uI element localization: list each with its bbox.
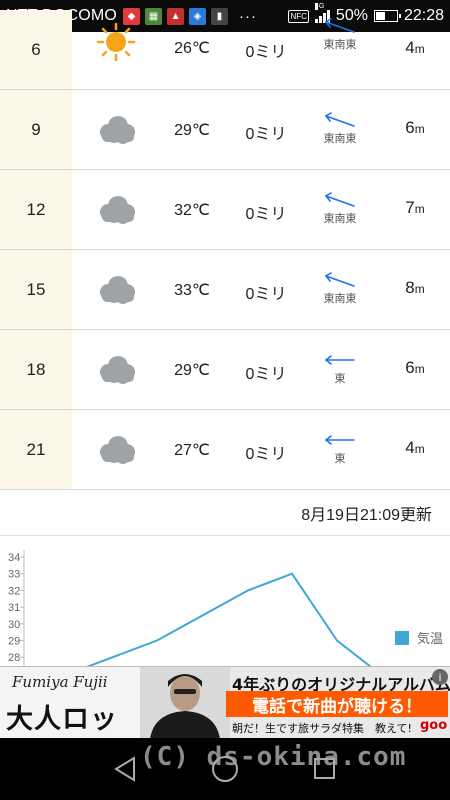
y-tick-label: 32 — [8, 585, 20, 597]
y-tick-label: 34 — [8, 552, 20, 564]
network-type: 4G — [314, 3, 325, 10]
ad-subline: 朝だ！生です旅サラダ特集 教えて! — [232, 722, 412, 735]
wind-speed: 6m — [405, 118, 425, 137]
wind-direction-label: 東南東 — [323, 132, 357, 145]
back-icon[interactable] — [114, 756, 138, 782]
forecast-precipitation: 0ミリ — [245, 366, 287, 383]
wind-speed: 7m — [405, 198, 425, 217]
wind-direction-label: 東南東 — [323, 292, 357, 305]
temperature-line — [86, 572, 372, 666]
recent-apps-icon[interactable] — [314, 758, 335, 779]
wind-direction-label: 東南東 — [323, 212, 357, 225]
home-icon[interactable] — [212, 756, 238, 782]
wind-direction: 東南東 — [310, 272, 370, 306]
temperature-point — [156, 640, 158, 641]
wind-direction: 東南東 — [310, 192, 370, 226]
temperature-chart: 34 33 32 31 30 29 28 気温 — [8, 550, 443, 666]
forecast-temperature: 29℃ — [174, 362, 210, 379]
wind-direction: 東 — [310, 432, 370, 466]
temperature-point — [336, 640, 338, 641]
wind-arrow-icon — [310, 352, 370, 368]
forecast-hour: 15 — [0, 250, 72, 329]
temperature-point — [247, 589, 249, 591]
forecast-hour: 9 — [0, 90, 72, 169]
forecast-hour: 18 — [0, 330, 72, 409]
navigation-bar: (C) ds-okina.com — [0, 738, 450, 800]
forecast-row: 6 26℃ 0ミリ 東南東 4m — [0, 10, 450, 90]
forecast-temperature: 26℃ — [174, 40, 210, 57]
ad-banner[interactable]: Fumiya Fujii 大人ロック 4年ぶりのオリジナルアルバム 電話で新曲が… — [0, 666, 450, 738]
forecast-row: 9 29℃ 0ミリ 東南東 6m — [0, 90, 450, 170]
ad-cta[interactable]: 電話で新曲が聴ける！ — [226, 691, 448, 717]
wind-speed: 4m — [405, 438, 425, 457]
y-tick-label: 29 — [8, 636, 20, 648]
wind-speed: 8m — [405, 278, 425, 297]
forecast-temperature: 29℃ — [174, 122, 210, 139]
cloud-icon — [92, 110, 140, 150]
wind-arrow-icon — [310, 192, 370, 208]
temperature-point — [291, 573, 293, 575]
y-tick-label: 31 — [8, 602, 20, 614]
forecast-hour: 12 — [0, 170, 72, 249]
cloud-icon — [92, 190, 140, 230]
wind-speed: 6m — [405, 358, 425, 377]
wind-arrow-icon — [310, 272, 370, 288]
cloud-icon — [92, 350, 140, 390]
watermark: (C) ds-okina.com — [140, 742, 407, 772]
forecast-precipitation: 0ミリ — [245, 126, 287, 143]
last-updated: 8月19日21:09更新 — [0, 490, 450, 536]
wind-direction: 東 — [310, 352, 370, 386]
ad-album-art: Fumiya Fujii 大人ロック — [0, 667, 140, 738]
forecast-hour: 21 — [0, 410, 72, 489]
sun-icon — [92, 22, 140, 62]
wind-direction-label: 東 — [334, 372, 346, 385]
ad-album-title: 大人ロック — [6, 704, 118, 735]
forecast-precipitation: 0ミリ — [245, 206, 287, 223]
wind-speed: 4m — [405, 38, 425, 57]
y-tick-label: 30 — [8, 619, 20, 631]
forecast-hour: 6 — [0, 10, 72, 89]
y-tick-label: 28 — [8, 652, 20, 664]
wind-direction-label: 東 — [334, 452, 346, 465]
forecast-row: 18 29℃ 0ミリ 東 6m — [0, 330, 450, 410]
screen: NTT DOCOMO ◆ ▦ ▲ ◈ ▮ ··· NFC 4G 50% 22:2… — [0, 0, 450, 800]
forecast-precipitation: 0ミリ — [245, 44, 287, 61]
wind-arrow-icon — [324, 18, 355, 33]
wind-direction-label: 東南東 — [323, 38, 357, 51]
ad-brand-logo: goo — [420, 718, 448, 733]
y-tick-label: 33 — [8, 569, 20, 581]
wind-direction: 東南東 — [310, 112, 370, 146]
cloud-icon — [92, 430, 140, 470]
forecast-temperature: 33℃ — [174, 282, 210, 299]
wind-arrow-icon — [310, 112, 370, 128]
forecast-row: 15 33℃ 0ミリ 東南東 8m — [0, 250, 450, 330]
ad-info-icon[interactable]: i — [432, 669, 448, 685]
forecast-row: 12 32℃ 0ミリ 東南東 7m — [0, 170, 450, 250]
cloud-icon — [92, 270, 140, 310]
forecast-row: 21 27℃ 0ミリ 東 4m — [0, 410, 450, 490]
legend-swatch — [395, 631, 409, 645]
wind-direction: 東南東 — [310, 18, 370, 52]
wind-arrow-icon — [310, 432, 370, 448]
ad-artist-name: Fumiya Fujii — [12, 673, 108, 691]
forecast-temperature: 32℃ — [174, 202, 210, 219]
artist-photo — [140, 667, 230, 738]
forecast-temperature: 27℃ — [174, 442, 210, 459]
forecast-precipitation: 0ミリ — [245, 446, 287, 463]
forecast-precipitation: 0ミリ — [245, 286, 287, 303]
legend-label: 気温 — [417, 631, 443, 646]
